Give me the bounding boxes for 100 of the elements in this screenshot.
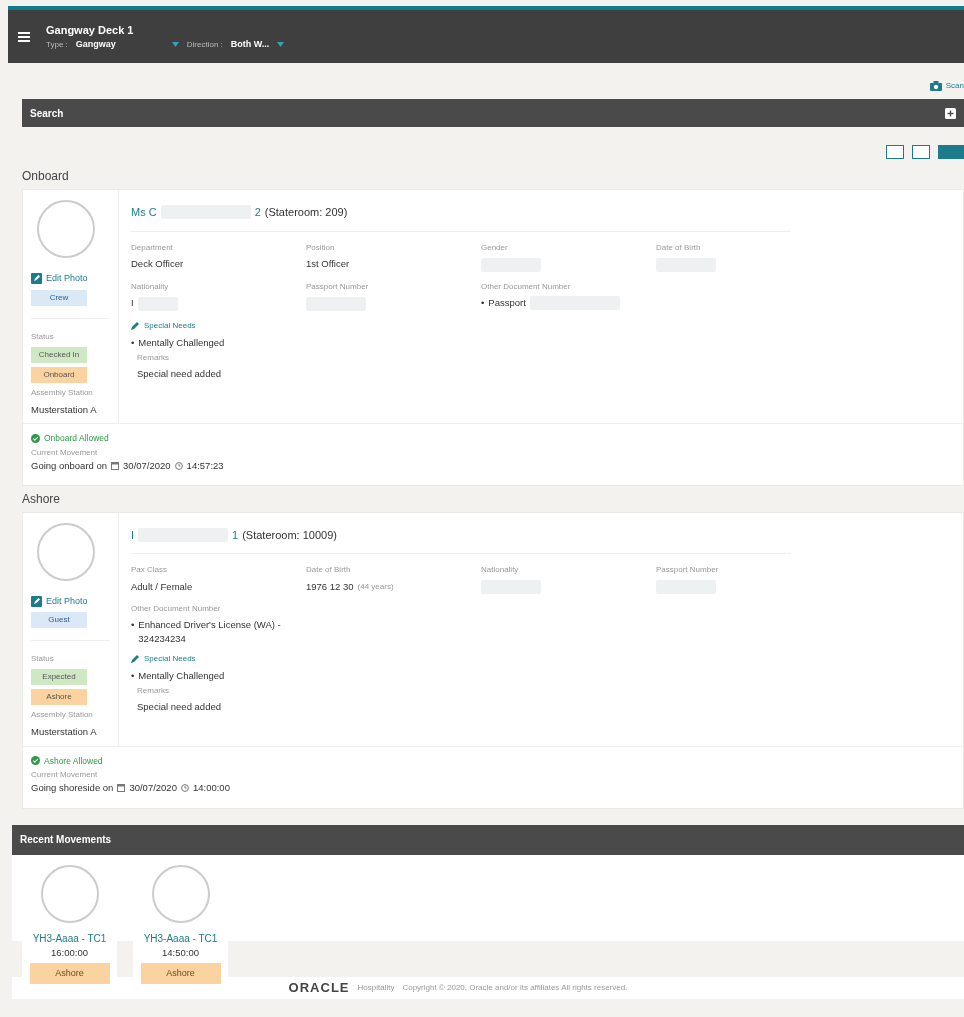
field-label: Other Document Number xyxy=(481,280,572,293)
field-value: Deck Officer xyxy=(131,257,184,272)
field-label: Passport Number xyxy=(306,280,370,293)
movement-time: 14:57:23 xyxy=(186,458,224,473)
movement-name-link[interactable]: YH3-Aaaa - TC1 xyxy=(143,930,218,946)
edit-icon xyxy=(31,596,42,607)
calendar-icon xyxy=(111,461,120,470)
section-heading: Ashore xyxy=(21,490,62,508)
panel-title: Search xyxy=(30,106,64,121)
status-badge: Ashore xyxy=(31,689,87,706)
pencil-icon xyxy=(131,654,140,664)
menu-icon[interactable] xyxy=(18,31,30,42)
field-label: Pax Class xyxy=(131,564,168,577)
field-label: Nationality xyxy=(131,280,170,293)
caret-icon[interactable] xyxy=(171,42,179,48)
age-note: (44 years) xyxy=(357,581,394,594)
location-title: Gangway Deck 1 xyxy=(46,22,135,38)
filter-label: Type : xyxy=(46,38,68,51)
bullet: • xyxy=(131,335,135,349)
filter-value[interactable]: Both W... xyxy=(230,38,270,52)
assembly-label: Assembly Station xyxy=(31,386,93,399)
remarks-label: Remarks xyxy=(137,685,170,698)
special-need-item: Mentally Challenged xyxy=(138,668,225,683)
edit-photo-link[interactable]: Edit Photo xyxy=(31,594,88,609)
movement-date: 30/07/2020 xyxy=(129,781,177,796)
stateroom-text: (Stateroom: 10009) xyxy=(242,527,337,543)
caret-icon[interactable] xyxy=(277,42,285,48)
movement-status-button[interactable]: Ashore xyxy=(140,962,221,985)
type-badge: Guest xyxy=(31,612,87,629)
oracle-logo: ORACLE xyxy=(288,978,350,997)
status-badge: Checked In xyxy=(31,346,87,363)
person-name-link[interactable]: Ms C xyxy=(131,204,157,221)
field-label: Other Document Number xyxy=(131,603,222,616)
clock-icon xyxy=(180,784,189,793)
check-circle-icon xyxy=(31,433,40,443)
allowed-status: Onboard Allowed xyxy=(44,431,109,445)
movement-label: Current Movement xyxy=(31,446,99,459)
field-label: Gender xyxy=(481,241,509,254)
field-value: 1st Officer xyxy=(306,257,350,272)
movement-text: Going onboard on xyxy=(31,458,108,473)
pencil-icon xyxy=(131,321,140,330)
plus-icon[interactable] xyxy=(945,107,956,119)
product-name: Hospitality xyxy=(357,981,395,994)
camera-icon xyxy=(929,81,942,91)
assembly-label: Assembly Station xyxy=(31,709,93,722)
special-needs-link[interactable]: Special Needs xyxy=(131,652,196,665)
assembly-value: Musterstation A xyxy=(31,725,97,740)
avatar xyxy=(37,200,95,258)
bullet: • xyxy=(131,668,135,683)
field-value: 1976 12 30 xyxy=(306,580,354,595)
bullet: • xyxy=(131,618,135,632)
panel-title: Recent Movements xyxy=(20,833,112,847)
person-name-link[interactable]: 2 xyxy=(254,204,261,221)
movement-status-button[interactable]: Ashore xyxy=(29,962,110,985)
allowed-status: Ashore Allowed xyxy=(44,754,103,768)
copyright-text: Copyright © 2020, Oracle and/or its affiliates All rights reserved. xyxy=(402,981,628,994)
movement-time: 14:50:00 xyxy=(162,945,199,960)
person-name-link[interactable]: I xyxy=(131,526,135,544)
special-need-item: Mentally Challenged xyxy=(138,335,225,349)
stateroom-text: (Stateroom: 209) xyxy=(264,205,348,220)
view-toggle-button[interactable] xyxy=(938,145,964,159)
field-label: Nationality xyxy=(481,564,520,577)
remarks-label: Remarks xyxy=(137,351,170,364)
status-label: Status xyxy=(31,330,54,343)
scan-button[interactable]: Scan xyxy=(929,80,964,92)
status-badge: Expected xyxy=(31,669,87,686)
document-text: Passport xyxy=(488,295,526,309)
section-heading: Onboard xyxy=(21,168,70,185)
movement-date: 30/07/2020 xyxy=(123,458,171,473)
field-value: I xyxy=(131,296,134,311)
edit-photo-link[interactable]: Edit Photo xyxy=(31,272,88,286)
field-label: Position xyxy=(306,241,336,254)
filter-label: Direction : xyxy=(186,38,223,51)
check-circle-icon xyxy=(31,756,40,766)
edit-icon xyxy=(31,273,42,285)
view-toggle-button[interactable] xyxy=(886,145,904,159)
movement-time: 14:00:00 xyxy=(192,781,230,796)
person-name-link[interactable]: 1 xyxy=(232,526,239,544)
field-value: Adult / Female xyxy=(131,580,193,595)
assembly-value: Musterstation A xyxy=(31,402,97,417)
field-label: Department xyxy=(131,241,174,254)
field-label: Date of Birth xyxy=(656,241,702,254)
movement-label: Current Movement xyxy=(31,769,99,782)
document-text: Enhanced Driver's License (WA) - 324234234 xyxy=(138,618,282,645)
clock-icon xyxy=(174,461,183,470)
bullet: • xyxy=(481,295,485,309)
movement-name-link[interactable]: YH3-Aaaa - TC1 xyxy=(32,930,107,946)
type-badge: Crew xyxy=(31,289,87,306)
status-badge: Onboard xyxy=(31,366,87,383)
field-label: Date of Birth xyxy=(306,564,352,577)
field-label: Passport Number xyxy=(656,564,720,577)
movement-time: 16:00:00 xyxy=(51,945,88,960)
calendar-icon xyxy=(117,784,126,793)
remarks-text: Special need added xyxy=(137,366,222,381)
remarks-text: Special need added xyxy=(137,700,222,715)
status-label: Status xyxy=(31,653,54,666)
view-toggle-button[interactable] xyxy=(912,145,930,159)
special-needs-link[interactable]: Special Needs xyxy=(131,319,196,332)
movement-text: Going shoreside on xyxy=(31,781,114,796)
filter-value[interactable]: Gangway xyxy=(75,38,116,52)
